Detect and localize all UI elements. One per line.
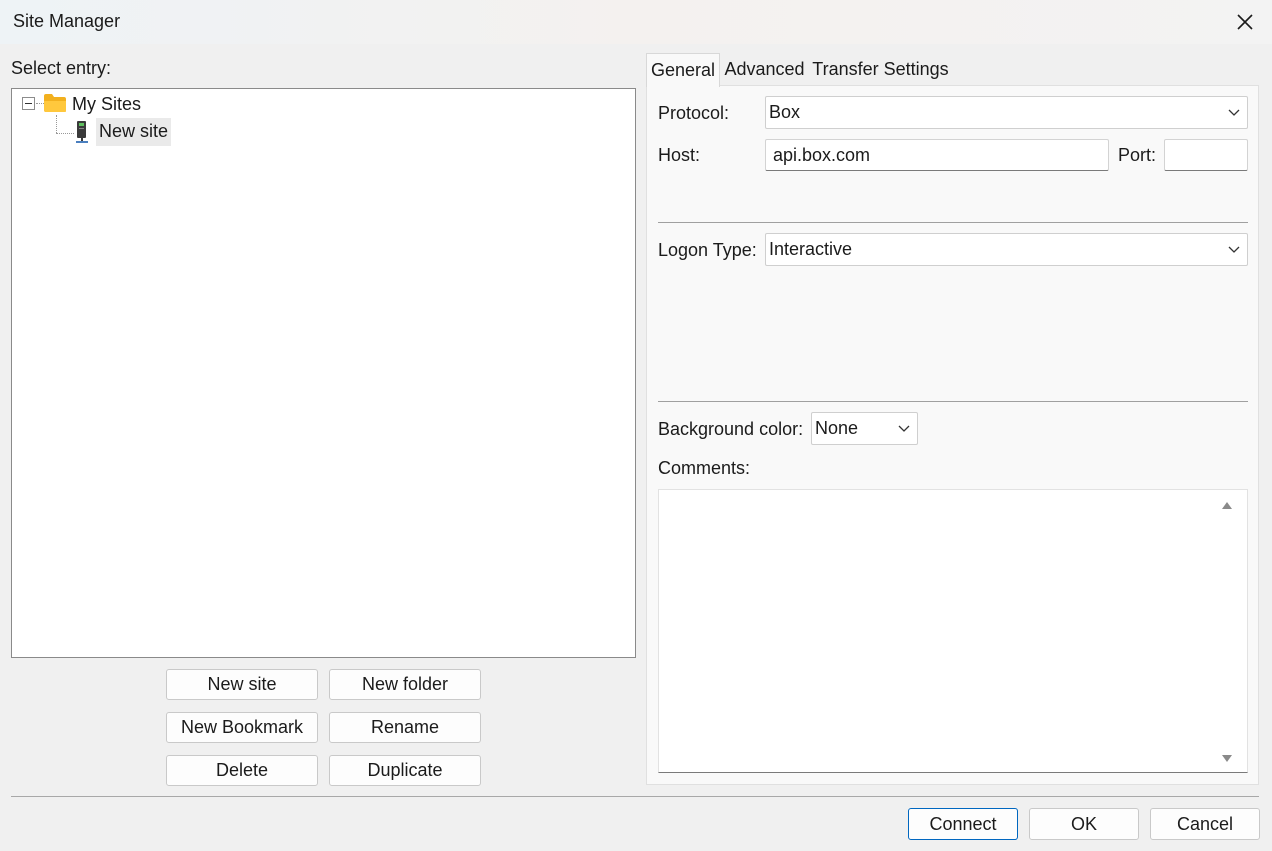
port-label: Port: xyxy=(1118,145,1157,165)
comments-textarea[interactable] xyxy=(658,489,1248,773)
logon-type-value: Interactive xyxy=(769,239,853,259)
new-bookmark-button[interactable]: New Bookmark xyxy=(166,712,318,743)
server-icon xyxy=(76,121,88,143)
tree-item-my-sites[interactable]: My Sites xyxy=(72,94,141,115)
cancel-button[interactable]: Cancel xyxy=(1150,808,1260,840)
footer-separator xyxy=(11,796,1259,797)
separator xyxy=(658,222,1248,223)
host-input[interactable]: api.box.com xyxy=(765,139,1109,171)
new-folder-button[interactable]: New folder xyxy=(329,669,481,700)
logon-type-select[interactable]: Interactive xyxy=(765,233,1248,266)
rename-button[interactable]: Rename xyxy=(329,712,481,743)
tree-connector xyxy=(56,115,57,133)
tab-advanced[interactable]: Advanced xyxy=(720,53,809,86)
chevron-down-icon xyxy=(1228,246,1240,253)
host-label: Host: xyxy=(658,145,701,165)
tab-transfer-settings[interactable]: Transfer Settings xyxy=(809,53,952,86)
tree-item-new-site[interactable]: New site xyxy=(96,118,172,146)
delete-button[interactable]: Delete xyxy=(166,755,318,786)
ok-button[interactable]: OK xyxy=(1029,808,1139,840)
folder-icon xyxy=(44,94,66,112)
tab-general[interactable]: General xyxy=(646,53,720,87)
host-value: api.box.com xyxy=(773,144,871,165)
site-tree[interactable]: My Sites New site xyxy=(11,88,636,658)
background-color-value: None xyxy=(815,418,859,438)
title-bar: Site Manager xyxy=(0,0,1272,44)
port-input[interactable] xyxy=(1164,139,1248,171)
logon-type-label: Logon Type: xyxy=(658,240,757,260)
connect-button[interactable]: Connect xyxy=(908,808,1018,840)
protocol-value: Box xyxy=(769,102,801,122)
close-icon xyxy=(1237,14,1253,30)
tree-collapse-toggle[interactable] xyxy=(22,97,35,110)
protocol-select[interactable]: Box xyxy=(765,96,1248,129)
background-color-label: Background color: xyxy=(658,419,804,439)
comments-label: Comments: xyxy=(658,458,751,478)
new-site-button[interactable]: New site xyxy=(166,669,318,700)
tree-connector xyxy=(56,133,74,134)
close-button[interactable] xyxy=(1218,0,1272,44)
chevron-down-icon xyxy=(898,425,910,432)
separator xyxy=(658,401,1248,402)
background-color-select[interactable]: None xyxy=(811,412,918,445)
protocol-label: Protocol: xyxy=(658,103,730,123)
tree-item-label: New site xyxy=(99,121,169,141)
scroll-down-arrow-icon[interactable] xyxy=(1222,755,1232,763)
select-entry-label: Select entry: xyxy=(11,58,112,78)
duplicate-button[interactable]: Duplicate xyxy=(329,755,481,786)
window-title: Site Manager xyxy=(13,11,121,31)
chevron-down-icon xyxy=(1228,109,1240,116)
scroll-up-arrow-icon[interactable] xyxy=(1222,501,1232,509)
